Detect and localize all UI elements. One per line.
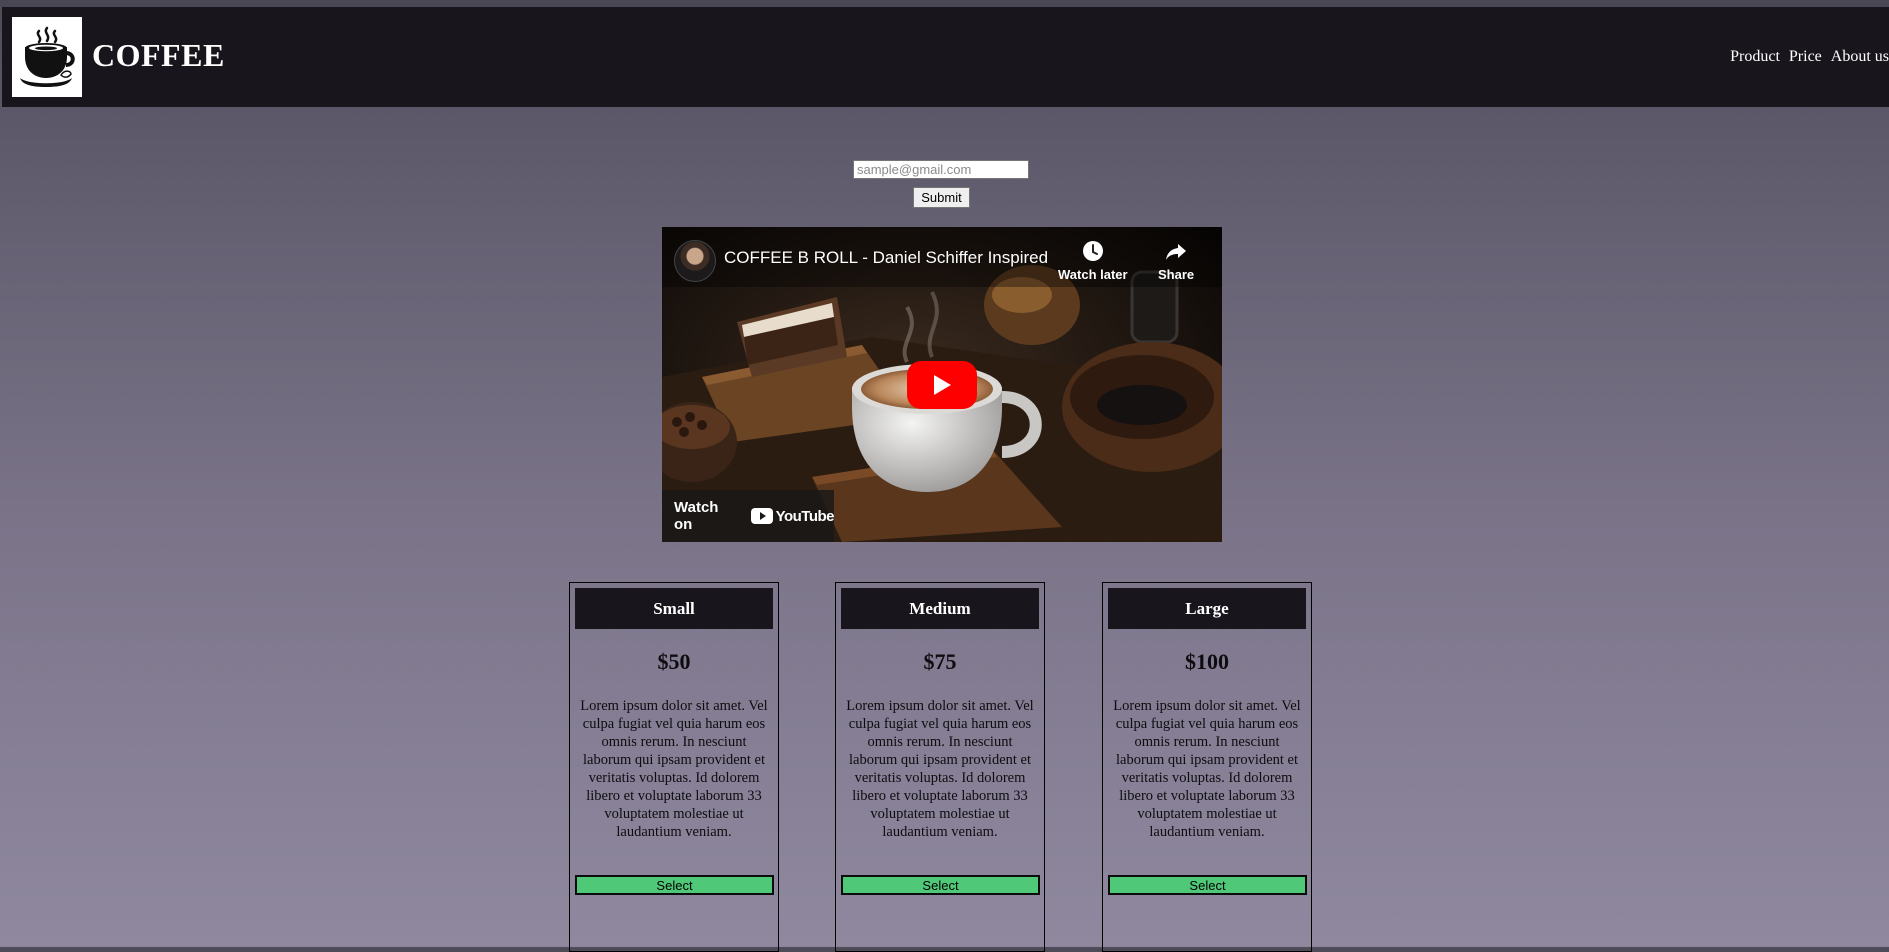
plan-card-small: Small $50 Lorem ipsum dolor sit amet. Ve… <box>569 582 779 952</box>
nav-price-link[interactable]: Price <box>1789 48 1822 66</box>
share-icon <box>1166 244 1187 260</box>
plan-name: Medium <box>841 588 1039 629</box>
youtube-wordmark: YouTube <box>775 507 835 525</box>
navbar: COFFEE Product Price About us <box>2 7 1889 107</box>
plan-name: Large <box>1108 588 1306 629</box>
clock-icon <box>1082 241 1103 261</box>
plan-card-medium: Medium $75 Lorem ipsum dolor sit amet. V… <box>835 582 1045 952</box>
share-button[interactable]: Share <box>1158 239 1194 282</box>
play-icon <box>934 375 951 395</box>
logo[interactable] <box>12 17 82 97</box>
email-input[interactable] <box>853 160 1029 179</box>
youtube-play-icon <box>750 508 773 524</box>
submit-button[interactable]: Submit <box>913 187 970 208</box>
select-medium-button[interactable]: Select <box>841 875 1040 895</box>
channel-avatar[interactable] <box>674 240 716 282</box>
youtube-logo: YouTube <box>750 507 835 525</box>
video-embed[interactable]: COFFEE B ROLL - Daniel Schiffer Inspired… <box>662 227 1222 542</box>
plan-card-large: Large $100 Lorem ipsum dolor sit amet. V… <box>1102 582 1312 952</box>
share-label: Share <box>1158 267 1195 282</box>
watch-later-button[interactable]: Watch later <box>1058 239 1128 282</box>
plan-description: Lorem ipsum dolor sit amet. Vel culpa fu… <box>846 698 1034 840</box>
plan-description: Lorem ipsum dolor sit amet. Vel culpa fu… <box>1113 698 1301 840</box>
brand-name: COFFEE <box>92 37 225 73</box>
nav-links: Product Price About us <box>1730 48 1889 66</box>
watch-on-label: Watch on <box>674 499 719 533</box>
plan-name: Small <box>575 588 773 629</box>
plan-price: $50 <box>657 649 691 674</box>
plan-description: Lorem ipsum dolor sit amet. Vel culpa fu… <box>580 698 768 840</box>
plan-price: $100 <box>1185 649 1229 674</box>
plan-price: $75 <box>923 649 957 674</box>
watch-on-youtube-link[interactable]: Watch on YouTube <box>662 490 835 542</box>
nav-product-link[interactable]: Product <box>1730 48 1780 66</box>
watch-later-label: Watch later <box>1058 267 1128 282</box>
coffee-cup-icon <box>20 26 75 87</box>
top-strip <box>0 0 1889 7</box>
select-small-button[interactable]: Select <box>575 875 774 895</box>
nav-about-link[interactable]: About us <box>1831 48 1889 66</box>
select-large-button[interactable]: Select <box>1108 875 1307 895</box>
play-button[interactable] <box>907 361 977 409</box>
video-title[interactable]: COFFEE B ROLL - Daniel Schiffer Inspired <box>724 248 1048 268</box>
